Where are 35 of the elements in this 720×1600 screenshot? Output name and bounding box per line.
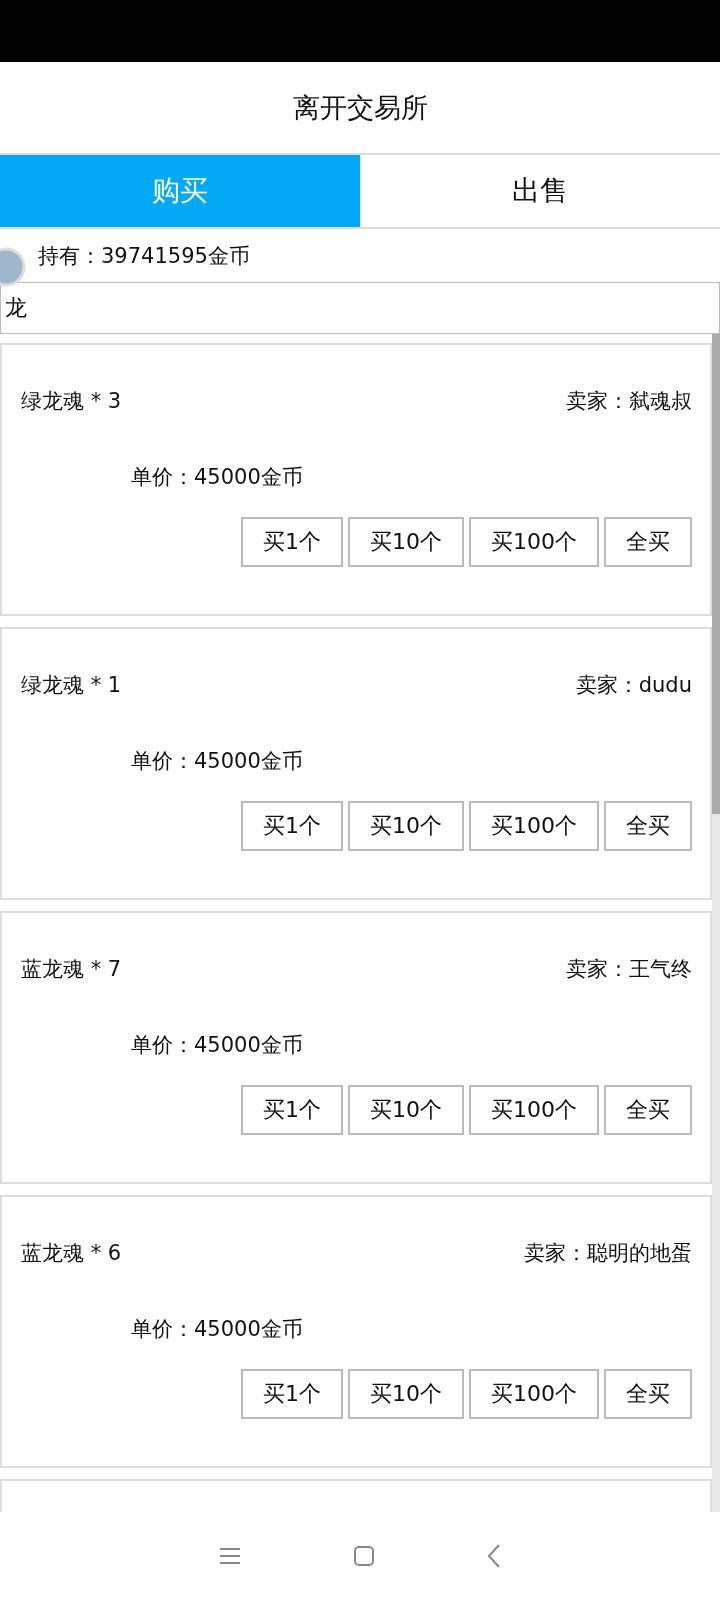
buy-button[interactable]: 买10个 xyxy=(348,1085,464,1135)
unit-price: 单价：45000金币 xyxy=(131,748,304,775)
back-icon[interactable] xyxy=(486,1543,502,1569)
buy-button[interactable]: 全买 xyxy=(604,1085,692,1135)
unit-price: 单价：45000金币 xyxy=(131,464,304,491)
buy-button[interactable]: 买100个 xyxy=(469,517,599,567)
buy-button[interactable]: 全买 xyxy=(604,1369,692,1419)
item-name: 蓝龙魂 * 6 xyxy=(21,1240,122,1267)
seller-name: 卖家：王气终 xyxy=(566,956,692,983)
balance-text: 持有：39741595金币 xyxy=(38,242,250,270)
search-field[interactable]: 龙 xyxy=(0,282,720,334)
scrollbar[interactable] xyxy=(712,334,720,1512)
seller-name: 卖家：聪明的地蛋 xyxy=(524,1240,692,1267)
buy-button[interactable]: 买100个 xyxy=(469,1369,599,1419)
buy-button[interactable]: 买1个 xyxy=(241,1369,343,1419)
item-name: 蓝龙魂 * 7 xyxy=(21,956,122,983)
unit-price: 单价：45000金币 xyxy=(131,1316,304,1343)
home-icon[interactable] xyxy=(352,1544,376,1568)
buy-button[interactable]: 买100个 xyxy=(469,801,599,851)
buy-button[interactable]: 买10个 xyxy=(348,1369,464,1419)
unit-price: 单价：45000金币 xyxy=(131,1032,304,1059)
buy-button[interactable]: 买10个 xyxy=(348,801,464,851)
item-name: 绿龙魂 * 3 xyxy=(21,388,122,415)
buy-button[interactable]: 买1个 xyxy=(241,517,343,567)
buy-button[interactable]: 买10个 xyxy=(348,517,464,567)
buy-button[interactable]: 买1个 xyxy=(241,801,343,851)
buy-button[interactable]: 买100个 xyxy=(469,1085,599,1135)
buy-button[interactable]: 买1个 xyxy=(241,1085,343,1135)
page-title: 离开交易所 xyxy=(292,90,428,125)
buy-button[interactable]: 全买 xyxy=(604,801,692,851)
item-name: 绿龙魂 * 1 xyxy=(21,672,122,699)
seller-name: 卖家：弑魂叔 xyxy=(566,388,692,415)
menu-icon[interactable] xyxy=(218,1546,242,1566)
seller-name: 卖家：dudu xyxy=(575,672,692,699)
buy-button[interactable]: 全买 xyxy=(604,517,692,567)
